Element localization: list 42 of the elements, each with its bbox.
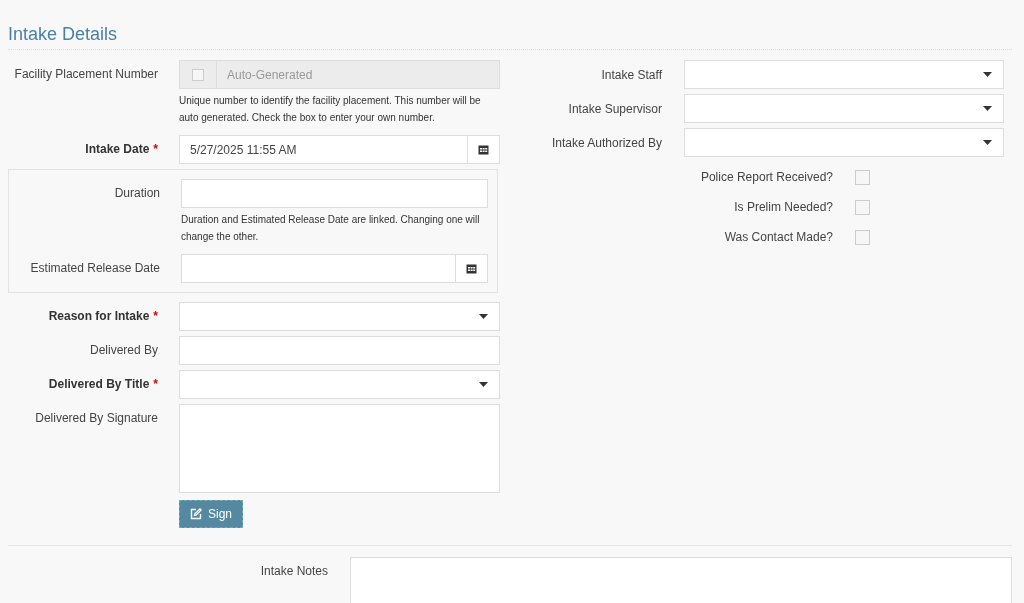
caret-icon xyxy=(983,140,992,145)
checkbox[interactable] xyxy=(855,229,870,245)
text-field[interactable] xyxy=(179,336,500,365)
caret-icon xyxy=(983,72,992,77)
checkbox[interactable] xyxy=(855,199,870,215)
dropdown-field[interactable] xyxy=(179,370,500,399)
dropdown-field[interactable] xyxy=(179,302,500,331)
date-field[interactable] xyxy=(181,254,488,283)
field-label: Intake Date * xyxy=(84,141,158,156)
text-field[interactable] xyxy=(181,179,488,208)
signature-area[interactable] xyxy=(179,404,500,493)
edit-icon xyxy=(190,508,202,520)
date-field[interactable]: 5/27/2025 11:55 AM xyxy=(179,135,500,164)
field-label: Delivered By Title * xyxy=(47,376,158,391)
sign-button[interactable]: Sign xyxy=(179,500,244,528)
field-label: Duration xyxy=(113,185,160,200)
help-text: Unique number to identify the facility placement. This number will be auto generated. Check the box to enter your own number. xyxy=(179,94,482,125)
field-label: Delivered By Signature xyxy=(34,410,158,425)
section-title: Intake Details xyxy=(8,24,1012,50)
checkbox[interactable] xyxy=(192,68,204,81)
caret-icon xyxy=(479,382,488,387)
checkbox-label: Was Contact Made? xyxy=(723,230,833,244)
dropdown-field[interactable] xyxy=(684,128,1004,157)
field-label: Intake Authorized By xyxy=(550,135,662,150)
checkbox-label: Is Prelim Needed? xyxy=(733,200,833,214)
field-label: Intake Supervisor xyxy=(567,101,662,116)
caret-icon xyxy=(983,106,992,111)
calendar-icon[interactable] xyxy=(478,144,489,155)
field-label: Intake Notes xyxy=(259,563,328,578)
field-label: Delivered By xyxy=(88,342,158,357)
caret-icon xyxy=(479,314,488,319)
dropdown-field[interactable] xyxy=(684,94,1004,123)
checkbox-label: Police Report Received? xyxy=(699,170,833,184)
field-label: Estimated Release Date xyxy=(29,260,160,275)
calendar-icon[interactable] xyxy=(466,263,477,274)
auto-number-field: Auto-Generated xyxy=(179,60,500,89)
help-text: Duration and Estimated Release Date are linked. Changing one will change the other. xyxy=(181,213,481,244)
dropdown-field[interactable] xyxy=(684,60,1004,89)
field-label: Facility Placement Number xyxy=(13,66,158,81)
checkbox[interactable] xyxy=(855,169,870,185)
field-label: Intake Staff xyxy=(600,67,662,82)
field-label: Reason for Intake * xyxy=(47,308,158,323)
